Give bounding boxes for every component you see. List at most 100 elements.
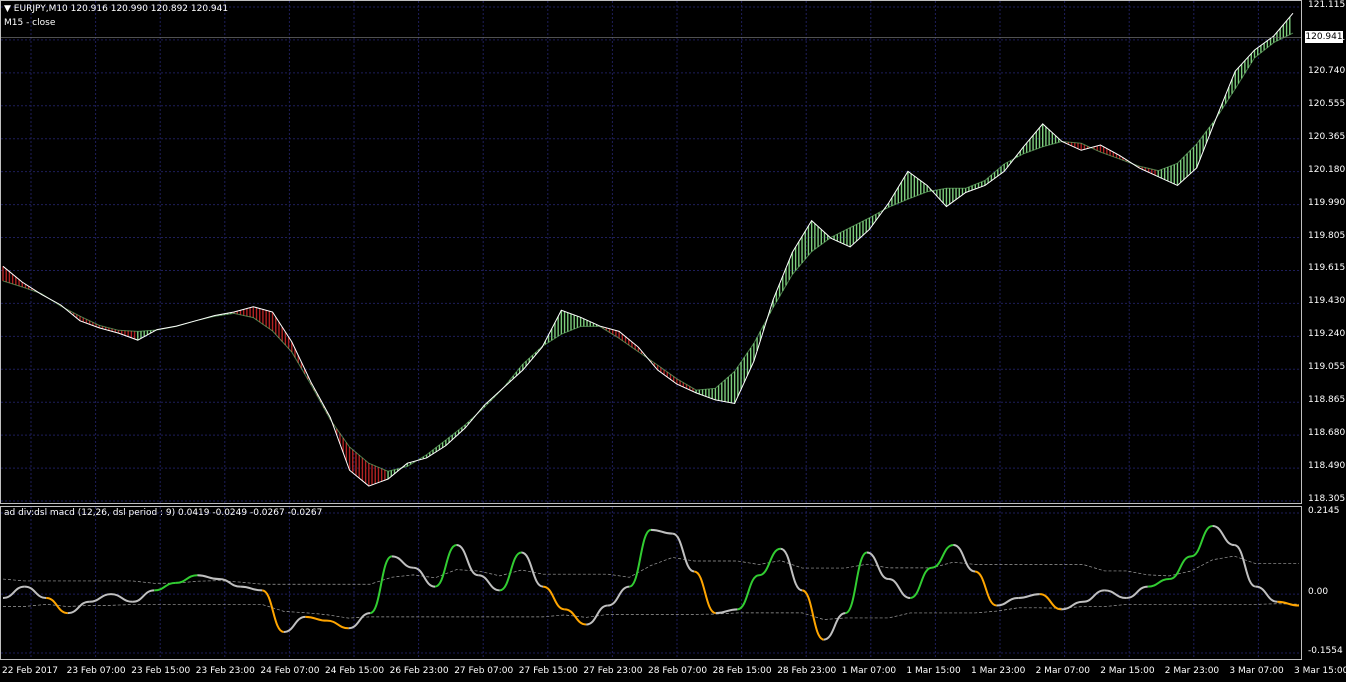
indicator-subtitle: M15 - close: [4, 18, 56, 28]
macd-segment: [628, 528, 652, 588]
macd-segment: [1018, 593, 1040, 599]
macd-segment: [434, 543, 458, 588]
macd-segment: [953, 543, 976, 573]
macd-segment: [715, 608, 738, 615]
indicator-tick-label: -0.1554: [1308, 646, 1343, 656]
time-tick-label: 2 Mar 15:00: [1100, 666, 1155, 676]
macd-chart[interactable]: [1, 507, 1324, 659]
macd-segment: [823, 612, 846, 641]
price-tick-label: 120.740: [1308, 65, 1346, 76]
macd-segment: [1212, 525, 1235, 546]
price-tick-label: 118.865: [1308, 395, 1346, 406]
macd-segment: [67, 600, 90, 615]
time-tick-label: 24 Feb 15:00: [325, 666, 385, 676]
main-chart-pane[interactable]: [0, 0, 1324, 504]
macd-segment: [283, 615, 306, 634]
price-chart[interactable]: [1, 1, 1324, 503]
time-tick-label: 27 Feb 15:00: [518, 666, 578, 676]
dsl-lower-level: [3, 603, 1300, 620]
time-tick-label: 3 Mar 07:00: [1229, 666, 1284, 676]
time-tick-label: 23 Feb 07:00: [66, 666, 126, 676]
time-tick-label: 24 Feb 07:00: [260, 666, 320, 676]
price-tick-label: 119.055: [1308, 362, 1346, 373]
macd-segment: [1169, 555, 1192, 581]
symbol-header: ▼ EURJPY,M10 120.916 120.990 120.892 120…: [4, 4, 228, 14]
indicator-tick-label: 0.2145: [1308, 506, 1340, 516]
time-tick-label: 27 Feb 23:00: [583, 666, 643, 676]
price-tick-label: 120.180: [1308, 164, 1346, 175]
macd-segment: [154, 581, 176, 592]
time-tick-label: 27 Feb 07:00: [454, 666, 514, 676]
price-tick-label: 118.680: [1308, 428, 1346, 439]
time-axis[interactable]: 22 Feb 2017 23 Feb 07:00 23 Feb 15:00 23 Fe…: [0, 660, 1346, 682]
macd-segment: [46, 596, 68, 615]
macd-segment: [326, 619, 349, 630]
price-tick-label: 120.555: [1308, 98, 1346, 109]
macd-segment: [1082, 589, 1105, 603]
macd-segment: [499, 551, 522, 592]
time-tick-label: 28 Feb 23:00: [777, 666, 837, 676]
macd-segment: [261, 589, 285, 634]
time-tick-label: 2 Mar 07:00: [1035, 666, 1090, 676]
macd-segment: [521, 551, 544, 588]
time-tick-label: 28 Feb 07:00: [648, 666, 708, 676]
time-tick-label: 26 Feb 23:00: [389, 666, 449, 676]
macd-segment: [1147, 578, 1170, 588]
time-tick-label: 1 Mar 15:00: [906, 666, 961, 676]
macd-segment: [1233, 543, 1257, 588]
indicator-axis[interactable]: 0.2145 0.00 -0.1554: [1302, 506, 1346, 660]
macd-segment: [369, 555, 393, 615]
macd-segment: [909, 566, 933, 599]
time-tick-label: 22 Feb 2017: [2, 666, 59, 676]
dsl-upper-level: [2, 555, 1299, 585]
price-tick-label: 119.615: [1308, 263, 1346, 274]
current-price-tag: 120.941: [1305, 30, 1343, 43]
indicator-pane[interactable]: [0, 506, 1324, 660]
price-tick-label: 118.305: [1308, 494, 1346, 504]
macd-segment: [2, 585, 25, 599]
macd-segment: [737, 574, 760, 611]
time-tick-label: 3 Mar 15:00: [1294, 666, 1346, 676]
price-tick-label: 119.805: [1308, 230, 1346, 241]
macd-segment: [1061, 600, 1084, 611]
time-tick-label: 2 Mar 23:00: [1164, 666, 1220, 676]
macd-segment: [650, 528, 673, 535]
macd-segment: [218, 578, 241, 588]
macd-segment: [801, 589, 825, 641]
macd-segment: [24, 585, 47, 599]
macd-segment: [693, 570, 717, 615]
indicator-title: ad div:dsl macd (12,26, dsl period : 9) …: [4, 508, 323, 518]
macd-segment: [1039, 593, 1062, 611]
macd-segment: [672, 532, 695, 573]
signal-line: [2, 32, 1294, 472]
macd-segment: [110, 593, 133, 603]
price-tick-label: 119.990: [1308, 197, 1346, 208]
time-tick-label: 1 Mar 07:00: [841, 666, 897, 676]
macd-segment: [305, 615, 328, 622]
price-line: [2, 12, 1294, 487]
macd-segment: [542, 585, 565, 611]
price-axis[interactable]: 121.115 120.941 120.740 120.555 120.365 120.1…: [1302, 0, 1346, 504]
macd-segment: [780, 547, 803, 592]
macd-segment: [478, 574, 500, 592]
indicator-tick-label: 0.00: [1308, 587, 1329, 598]
macd-segment: [866, 551, 889, 581]
macd-segment: [844, 551, 868, 615]
macd-segment: [348, 612, 371, 630]
macd-segment: [240, 585, 263, 592]
collapse-triangle-icon[interactable]: ▼: [4, 4, 11, 14]
macd-segment: [89, 593, 112, 603]
macd-segment: [132, 589, 155, 603]
macd-segment: [758, 547, 781, 577]
symbol-info: EURJPY,M10 120.916 120.990 120.892 120.9…: [13, 4, 229, 14]
macd-segment: [391, 555, 414, 569]
macd-segment: [888, 578, 911, 599]
macd-segment: [607, 585, 630, 607]
time-tick-label: 23 Feb 23:00: [195, 666, 255, 676]
price-tick-label: 119.240: [1308, 329, 1346, 340]
macd-segment: [197, 574, 220, 581]
macd-segment: [586, 604, 608, 626]
macd-segment: [974, 570, 997, 607]
price-tick-label: 119.430: [1308, 296, 1346, 307]
time-tick-label: 28 Feb 15:00: [712, 666, 772, 676]
